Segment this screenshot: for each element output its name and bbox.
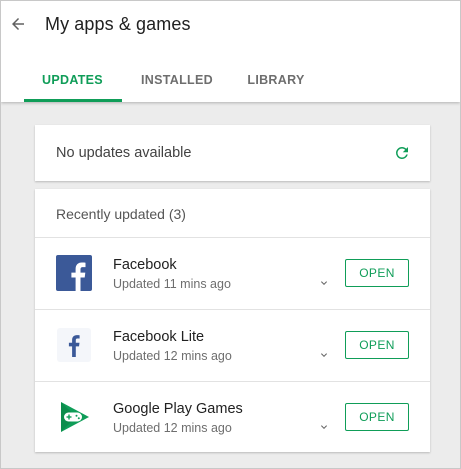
recently-updated-header: Recently updated (3) xyxy=(56,206,186,222)
open-button[interactable]: OPEN xyxy=(345,331,409,359)
play-games-icon xyxy=(56,399,92,435)
chevron-down-icon xyxy=(321,353,327,357)
app-name: Facebook Lite xyxy=(113,329,205,345)
list-item-google-play-games[interactable]: Google Play Games Updated 12 mins ago OP… xyxy=(35,382,430,453)
app-updated-time: Updated 12 mins ago xyxy=(113,421,232,435)
app-name: Google Play Games xyxy=(113,401,243,417)
refresh-button[interactable] xyxy=(392,143,412,163)
app-bar: My apps & games UPDATES INSTALLED LIBRAR… xyxy=(1,1,460,102)
app-updated-time: Updated 11 mins ago xyxy=(113,277,231,291)
expand-button[interactable] xyxy=(317,348,331,362)
app-updated-time: Updated 12 mins ago xyxy=(113,349,232,363)
arrow-back-icon xyxy=(12,18,24,30)
status-text: No updates available xyxy=(56,145,192,161)
tab-indicator xyxy=(24,99,122,102)
expand-button[interactable] xyxy=(317,276,331,290)
updates-status-card: No updates available xyxy=(35,125,430,181)
facebook-lite-icon xyxy=(56,327,92,363)
open-button[interactable]: OPEN xyxy=(345,259,409,287)
tab-bar: UPDATES INSTALLED LIBRARY xyxy=(1,57,460,102)
app-window: My apps & games UPDATES INSTALLED LIBRAR… xyxy=(0,0,461,469)
list-item-facebook-lite[interactable]: Facebook Lite Updated 12 mins ago OPEN xyxy=(35,310,430,381)
chevron-down-icon xyxy=(321,281,327,285)
tab-updates[interactable]: UPDATES xyxy=(23,57,122,102)
tab-installed[interactable]: INSTALLED xyxy=(127,57,227,102)
chevron-down-icon xyxy=(321,425,327,429)
back-button[interactable] xyxy=(5,11,31,37)
recently-updated-card: Recently updated (3) Facebook Updated 11… xyxy=(35,189,430,452)
page-title: My apps & games xyxy=(45,14,191,34)
list-item-facebook[interactable]: Facebook Updated 11 mins ago OPEN xyxy=(35,238,430,309)
open-button[interactable]: OPEN xyxy=(345,403,409,431)
facebook-icon xyxy=(56,255,92,291)
app-name: Facebook xyxy=(113,257,177,273)
tab-library[interactable]: LIBRARY xyxy=(233,57,319,102)
expand-button[interactable] xyxy=(317,420,331,434)
refresh-icon xyxy=(396,147,408,159)
